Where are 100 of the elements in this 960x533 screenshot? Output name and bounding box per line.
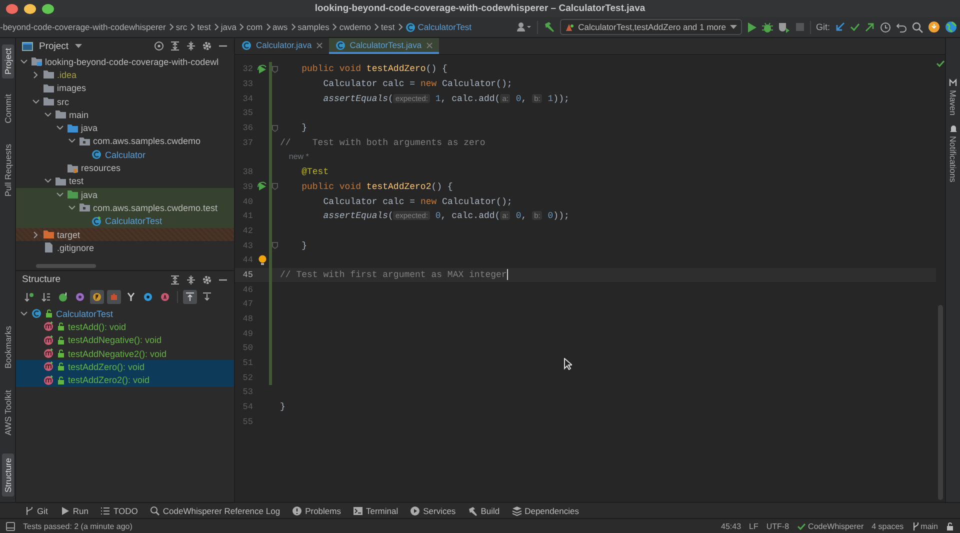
tool-window-button[interactable]: Run — [60, 506, 88, 516]
tree-item[interactable]: com.aws.samples.cwdemo — [16, 134, 234, 148]
scrollbar-thumb[interactable] — [36, 264, 96, 268]
tree-item[interactable]: CalculatorTest — [16, 214, 234, 228]
caret-icon[interactable] — [74, 44, 82, 48]
chevron-right-icon[interactable] — [32, 70, 40, 79]
tool-window-button[interactable]: TODO — [100, 506, 138, 516]
maximize-button[interactable] — [42, 4, 54, 14]
caret-position[interactable]: 45:43 — [721, 522, 742, 530]
crosshair-icon[interactable] — [154, 41, 164, 51]
tool-window-button[interactable]: Git — [24, 506, 48, 516]
tree-item[interactable]: testAddZero(): void — [16, 360, 234, 374]
tree-item[interactable]: testAdd(): void — [16, 320, 234, 334]
breadcrumb-item[interactable]: samples — [298, 22, 330, 32]
tool-window-tab[interactable]: Commit — [2, 90, 14, 128]
tree-item[interactable]: java — [16, 121, 234, 135]
breadcrumb-item[interactable]: test — [380, 22, 395, 32]
tree-item[interactable]: resources — [16, 161, 234, 175]
tree-item[interactable]: main — [16, 108, 234, 122]
tool-window-button[interactable]: Problems — [292, 506, 341, 516]
line-separator[interactable]: LF — [749, 522, 758, 530]
tree-item[interactable]: testAddZero2(): void — [16, 373, 234, 387]
git-branch[interactable]: main — [912, 522, 938, 530]
history-icon[interactable] — [880, 22, 891, 32]
run-configuration-dropdown[interactable]: CalculatorTest,testAddZero and 1 more — [560, 19, 742, 35]
breadcrumb-item[interactable]: test — [197, 22, 211, 32]
breadcrumb-item[interactable]: com — [246, 22, 263, 32]
editor-tab[interactable]: CalculatorTest.java — [328, 38, 439, 54]
tree-item[interactable]: Calculator — [16, 148, 234, 162]
circle-toggle[interactable] — [141, 290, 155, 304]
indent-setting[interactable]: 4 spaces — [872, 522, 904, 530]
tree-item[interactable]: src — [16, 94, 234, 108]
tree-item[interactable]: com.aws.samples.cwdemo.test — [16, 201, 234, 215]
tool-window-tab[interactable]: Bookmarks — [2, 322, 14, 372]
tree-item[interactable]: CalculatorTest — [16, 307, 234, 320]
tool-window-tab[interactable]: Notifications — [948, 124, 958, 182]
chevron-down-icon[interactable] — [20, 310, 28, 318]
lock-icon[interactable] — [946, 522, 954, 530]
sort-toggle[interactable] — [22, 290, 36, 304]
run-icon[interactable] — [746, 22, 757, 32]
tool-window-button[interactable]: CodeWhisperer Reference Log — [150, 506, 280, 516]
close-button[interactable] — [6, 4, 18, 14]
tree-item[interactable]: test — [16, 174, 234, 188]
scrollbar-thumb[interactable] — [938, 305, 943, 500]
update-arrow-icon[interactable] — [835, 22, 845, 32]
chevron-right-icon[interactable] — [32, 230, 40, 238]
tree-item[interactable]: java — [16, 188, 234, 202]
collapse-all-icon[interactable] — [186, 41, 196, 51]
minimize-button[interactable] — [24, 4, 36, 14]
bug-icon[interactable] — [762, 22, 773, 32]
tree-item[interactable]: .gitignore — [16, 241, 234, 254]
collapse-all-icon[interactable] — [186, 274, 196, 284]
settings-icon[interactable] — [202, 41, 212, 51]
breadcrumb-item[interactable]: src — [176, 22, 188, 32]
status-message[interactable]: Tests passed: 2 (a minute ago) — [23, 522, 132, 530]
expand-all-icon[interactable] — [170, 41, 180, 51]
push-arrow-icon[interactable] — [865, 22, 875, 32]
inspection-ok-icon[interactable] — [936, 59, 945, 68]
tool-window-tab[interactable]: AWS Toolkit — [2, 386, 14, 440]
tool-window-tab[interactable]: Project — [2, 44, 14, 78]
breadcrumb-item[interactable]: java — [220, 22, 236, 32]
chevron-down-icon[interactable] — [20, 58, 28, 66]
file-encoding[interactable]: UTF-8 — [766, 522, 790, 530]
breadcrumb-item[interactable]: CalculatorTest — [418, 22, 472, 32]
tree-item[interactable]: testAddNegative(): void — [16, 334, 234, 347]
arrow-up-toggle[interactable] — [183, 290, 197, 304]
tree-item[interactable]: testAddNegative2(): void — [16, 346, 234, 360]
tool-window-button[interactable]: Build — [468, 506, 500, 516]
settings-icon[interactable] — [202, 274, 212, 284]
tool-window-button[interactable]: Dependencies — [512, 506, 579, 516]
hammer-icon[interactable] — [543, 21, 556, 33]
breadcrumb-item[interactable]: aws — [272, 22, 288, 32]
tool-window-button[interactable]: Terminal — [352, 506, 398, 516]
circle-toggle[interactable] — [90, 290, 104, 304]
circle-toggle[interactable] — [158, 290, 172, 304]
check-icon[interactable] — [850, 22, 860, 32]
expand-all-icon[interactable] — [170, 274, 180, 284]
tool-window-button[interactable]: Services — [410, 506, 456, 516]
editor-tab[interactable]: Calculator.java — [235, 38, 329, 54]
undo-icon[interactable] — [896, 22, 907, 32]
user-icon[interactable] — [516, 22, 532, 32]
run-test-icon[interactable] — [256, 181, 268, 192]
globe-icon[interactable] — [945, 21, 957, 33]
tree-item[interactable]: images — [16, 82, 234, 95]
sort-toggle[interactable] — [39, 290, 53, 304]
search-icon[interactable] — [912, 22, 923, 32]
close-icon[interactable] — [316, 42, 323, 48]
breadcrumb-item[interactable]: -beyond-code-coverage-with-codewhisperer — [0, 22, 166, 32]
tool-window-tab[interactable]: Pull Requests — [2, 140, 14, 200]
panel-toggle-icon[interactable] — [6, 522, 15, 530]
breadcrumb-item[interactable]: cwdemo — [339, 22, 371, 32]
plugin-status[interactable]: CodeWhisperer — [797, 522, 864, 530]
run-test-icon[interactable] — [256, 64, 268, 75]
tool-window-tab[interactable]: Maven — [948, 78, 958, 116]
tool-window-tab[interactable]: Structure — [2, 454, 14, 496]
shield-icon[interactable] — [778, 22, 790, 32]
circle-toggle[interactable] — [56, 290, 70, 304]
lightbulb-icon[interactable] — [258, 254, 266, 266]
tree-item[interactable]: target — [16, 228, 234, 242]
tree-item[interactable]: .idea — [16, 68, 234, 82]
